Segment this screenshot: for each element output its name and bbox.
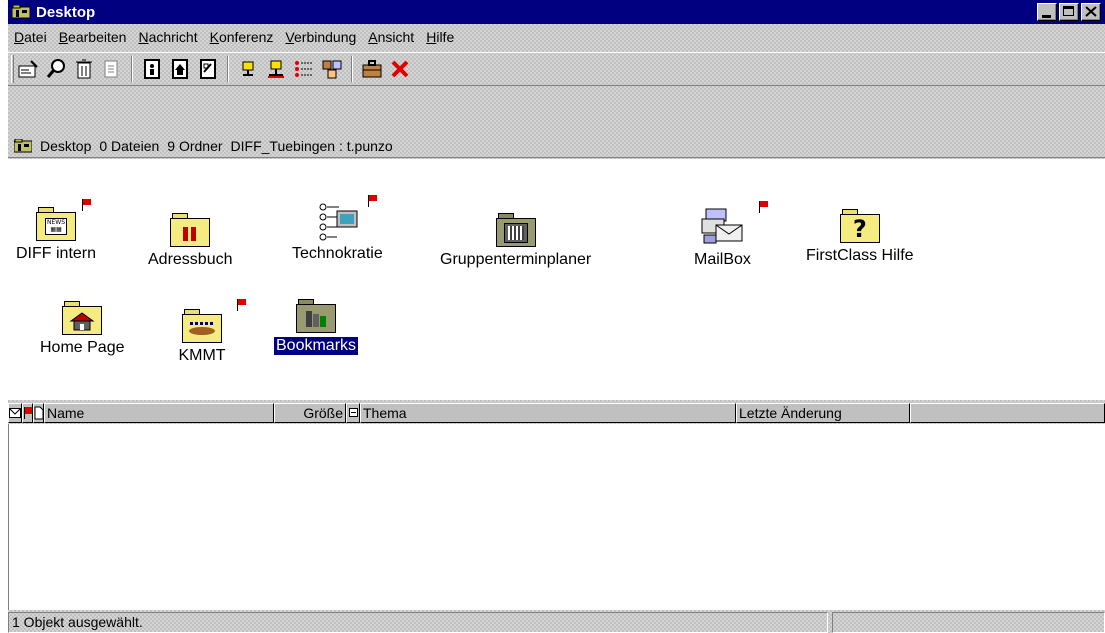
column-subject[interactable]: Thema [360, 403, 736, 423]
desktop-icon [11, 4, 31, 19]
toolbar [8, 52, 1105, 86]
mailbox-icon [701, 208, 743, 244]
folder-view: NEWS ▦▦ DIFF intern Adressbuch Technokra… [8, 159, 1105, 400]
document-icon[interactable] [33, 403, 44, 423]
close-button[interactable] [1081, 3, 1101, 21]
desktop-window: Desktop Datei Bearbeiten Nachricht Konferen… [8, 0, 1105, 633]
folder-label: Home Page [40, 339, 125, 356]
cancel-icon[interactable] [388, 57, 412, 81]
folder-label: MailBox [694, 251, 751, 268]
collapse-icon[interactable] [346, 403, 360, 423]
column-size[interactable]: Größe [274, 403, 346, 423]
trash-icon[interactable] [72, 57, 96, 81]
meeting-folder-icon [182, 309, 222, 343]
flag-icon [237, 299, 246, 311]
menu-hilfe[interactable]: Hilfe [420, 29, 460, 45]
status-panel [832, 612, 1105, 633]
folder-mailbox[interactable]: MailBox [692, 201, 769, 269]
home-page-icon [62, 301, 103, 335]
folder-label: Gruppenterminplaner [440, 251, 592, 268]
flag-icon [82, 199, 91, 211]
news-folder-icon: NEWS ▦▦ [36, 207, 76, 241]
flag-icon[interactable] [22, 403, 33, 423]
connect-icon[interactable] [236, 57, 260, 81]
folder-diff-intern[interactable]: NEWS ▦▦ DIFF intern [14, 199, 98, 263]
help-icon: ? [839, 209, 880, 243]
column-name[interactable]: Name [44, 403, 274, 423]
properties-icon[interactable] [100, 57, 124, 81]
toolbar-separator [227, 56, 229, 82]
folder-bookmarks[interactable]: Bookmarks [274, 299, 359, 355]
flag-icon [759, 201, 769, 213]
user-info-icon[interactable] [140, 57, 164, 81]
window-title: Desktop [36, 3, 96, 21]
menu-bar: Datei Bearbeiten Nachricht Konferenz Verbind… [8, 24, 1105, 50]
menu-verbindung[interactable]: Verbindung [279, 29, 362, 45]
folder-label: FirstClass Hilfe [806, 247, 914, 264]
folder-label: Adressbuch [148, 251, 233, 268]
new-message-icon[interactable] [16, 57, 40, 81]
folder-gruppenterminplaner[interactable]: Gruppenterminplaner [438, 213, 593, 269]
folder-count: 9 Ordner [167, 137, 223, 154]
bookmarks-icon [296, 299, 337, 333]
search-icon[interactable] [44, 57, 68, 81]
calendar-icon [495, 213, 536, 247]
envelope-icon[interactable] [8, 403, 22, 423]
folder-technokratie[interactable]: Technokratie [290, 195, 385, 263]
disconnect-icon[interactable] [264, 57, 288, 81]
column-modified[interactable]: Letzte Änderung [736, 403, 910, 423]
folder-label: DIFF intern [16, 245, 97, 262]
folder-label: Technokratie [292, 245, 383, 262]
folder-adressbuch[interactable]: Adressbuch [146, 213, 235, 269]
file-count: 0 Dateien [99, 137, 160, 154]
path-folder: Desktop [40, 137, 92, 154]
folder-firstclass-hilfe[interactable]: ? FirstClass Hilfe [804, 209, 916, 265]
folder-label: KMMT [178, 347, 226, 364]
column-empty [910, 403, 1105, 423]
path-bar: Desktop 0 Dateien 9 Ordner DIFF_Tuebinge… [8, 134, 1105, 158]
menu-konferenz[interactable]: Konferenz [204, 29, 280, 45]
menu-nachricht[interactable]: Nachricht [132, 29, 203, 45]
title-bar[interactable]: Desktop [8, 0, 1105, 24]
toolbar-grip[interactable] [11, 55, 14, 83]
conference-icon [319, 203, 358, 241]
toolbar-separator [351, 56, 353, 82]
users-icon[interactable] [320, 57, 344, 81]
note-icon[interactable] [196, 57, 220, 81]
online-list-icon[interactable] [292, 57, 316, 81]
folder-label: Bookmarks [274, 337, 359, 355]
briefcase-icon[interactable] [360, 57, 384, 81]
folder-home-page[interactable]: Home Page [38, 301, 127, 357]
flag-icon [368, 195, 378, 207]
menu-datei[interactable]: Datei [8, 29, 53, 45]
menu-ansicht[interactable]: Ansicht [362, 29, 420, 45]
list-header: Name Größe Thema Letzte Änderung [8, 403, 1105, 423]
minimize-button[interactable] [1037, 3, 1057, 21]
desktop-icon [13, 138, 33, 153]
menu-bearbeiten[interactable]: Bearbeiten [53, 29, 133, 45]
status-text: 1 Objekt ausgewählt. [8, 612, 828, 633]
address-book-icon [170, 213, 211, 247]
maximize-button[interactable] [1059, 3, 1079, 21]
toolbar-separator [131, 56, 133, 82]
status-bar: 1 Objekt ausgewählt. [8, 612, 1105, 633]
home-icon[interactable] [168, 57, 192, 81]
location: DIFF_Tuebingen : t.punzo [230, 137, 393, 154]
folder-kmmt[interactable]: KMMT [172, 299, 246, 365]
file-list[interactable] [8, 424, 1105, 610]
